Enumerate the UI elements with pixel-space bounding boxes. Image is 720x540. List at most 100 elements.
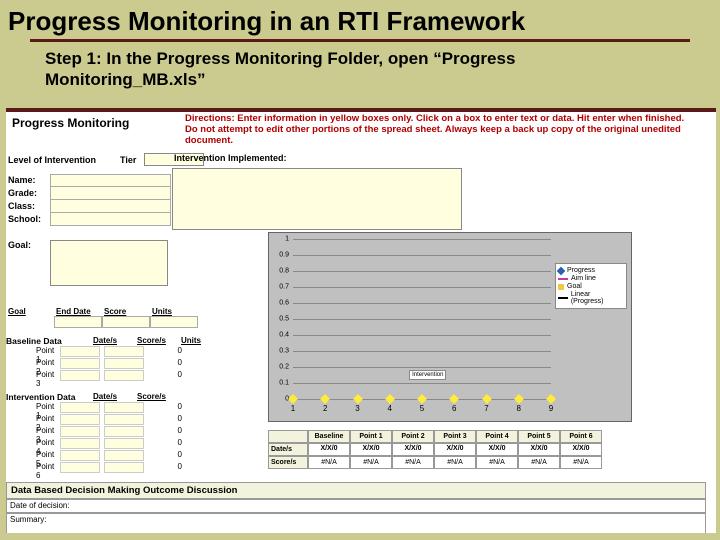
goal-col-score: Score [102, 307, 150, 316]
baseline-scores-h: Score/s [135, 336, 179, 346]
goal-input[interactable] [50, 240, 168, 286]
baseline-title: Baseline Data [6, 336, 91, 346]
intervention-label: Intervention Implemented: [172, 152, 289, 164]
baseline-row-label: Point 1 [6, 346, 58, 358]
interv-row-label: Point 5 [6, 450, 58, 462]
class-label: Class: [6, 200, 50, 213]
interv-val-6: 0 [146, 462, 186, 474]
interv-score-4[interactable] [104, 438, 144, 449]
interv-score-3[interactable] [104, 426, 144, 437]
pt-cell: #N/A [308, 456, 350, 469]
spreadsheet-screenshot: Progress Monitoring Directions: Enter in… [6, 108, 716, 533]
school-label: School: [6, 213, 50, 226]
baseline-date-3[interactable] [60, 370, 100, 381]
interv-val-2: 0 [146, 414, 186, 426]
interv-score-5[interactable] [104, 450, 144, 461]
baseline-date-2[interactable] [60, 358, 100, 369]
interv-val-3: 0 [146, 426, 186, 438]
directions-line-2: Do not attempt to edit other portions of… [185, 125, 712, 147]
discussion-section: Data Based Decision Making Outcome Discu… [6, 482, 706, 533]
baseline-dates-h: Date/s [91, 336, 135, 346]
pt-col: Baseline X/X/0 [308, 430, 350, 443]
school-input[interactable] [50, 213, 171, 226]
interv-date-5[interactable] [60, 450, 100, 461]
pt-cell: #N/A [476, 456, 518, 469]
goal-label: Goal: [8, 240, 31, 250]
baseline-val-3: 0 [146, 370, 186, 382]
interv-date-3[interactable] [60, 426, 100, 437]
decision-date-box[interactable]: Date of decision: [6, 499, 706, 513]
tier-label: Tier [118, 154, 144, 166]
interv-date-4[interactable] [60, 438, 100, 449]
baseline-row-label: Point 2 [6, 358, 58, 370]
pt-row-scores: Score/s [268, 456, 308, 469]
title-underline [30, 39, 690, 42]
level-label: Level of Intervention [6, 154, 118, 166]
pt-cell: #N/A [350, 456, 392, 469]
summary-box[interactable]: Summary: [6, 513, 706, 533]
pt-col: Point 2 X/X/0 [392, 430, 434, 443]
baseline-row-label: Point 3 [6, 370, 58, 382]
baseline-val-1: 0 [146, 346, 186, 358]
interv-title: Intervention Data [6, 392, 91, 402]
legend-aimline: Aim line [571, 275, 596, 282]
goal-col-goal: Goal [6, 307, 54, 316]
interv-val-4: 0 [146, 438, 186, 450]
discussion-title: Data Based Decision Making Outcome Discu… [6, 482, 706, 499]
interv-row-label: Point 3 [6, 426, 58, 438]
sheet-title: Progress Monitoring [6, 112, 181, 149]
baseline-date-1[interactable] [60, 346, 100, 357]
legend-progress: Progress [567, 267, 595, 274]
legend-goal: Goal [567, 283, 582, 290]
name-label: Name: [6, 174, 50, 187]
baseline-table: Baseline Data Date/s Score/s Units Point… [6, 336, 236, 382]
points-summary-table: Baseline X/X/0 Point 1 X/X/0 Point 2 X/X… [268, 430, 602, 469]
interv-date-6[interactable] [60, 462, 100, 473]
goal-col-enddate: End Date [54, 307, 102, 316]
interv-dates-h: Date/s [91, 392, 135, 402]
pt-col: Point 1 X/X/0 [350, 430, 392, 443]
interv-val-1: 0 [146, 402, 186, 414]
interv-date-1[interactable] [60, 402, 100, 413]
class-input[interactable] [50, 200, 171, 213]
pt-cell: #N/A [560, 456, 602, 469]
goal-score-input[interactable] [102, 316, 150, 328]
goal-enddate-input[interactable] [54, 316, 102, 328]
baseline-score-3[interactable] [104, 370, 144, 381]
progress-chart: 00.10.20.30.40.50.60.70.80.91123456789In… [268, 232, 632, 422]
interv-row-label: Point 6 [6, 462, 58, 474]
legend-linear: Linear (Progress) [571, 291, 624, 305]
pt-col: Point 5 X/X/0 [518, 430, 560, 443]
directions: Directions: Enter information in yellow … [181, 112, 716, 149]
intervention-input[interactable] [172, 168, 462, 230]
pt-col: Point 3 X/X/0 [434, 430, 476, 443]
interv-score-1[interactable] [104, 402, 144, 413]
interv-val-5: 0 [146, 450, 186, 462]
grade-label: Grade: [6, 187, 50, 200]
interv-score-6[interactable] [104, 462, 144, 473]
grade-input[interactable] [50, 187, 171, 200]
goal-units-input[interactable] [150, 316, 198, 328]
chart-legend: Progress Aim line Goal Linear (Progress) [555, 263, 627, 309]
baseline-score-2[interactable] [104, 358, 144, 369]
baseline-val-2: 0 [146, 358, 186, 370]
intervention-table: Intervention Data Date/s Score/s Point 1… [6, 392, 236, 474]
interv-row-label: Point 2 [6, 414, 58, 426]
step-text: Step 1: In the Progress Monitoring Folde… [0, 46, 720, 99]
goal-table: Goal End Date Score Units [6, 307, 226, 328]
interv-score-2[interactable] [104, 414, 144, 425]
goal-col-units: Units [150, 307, 198, 316]
info-block: Name: Grade: Class: School: [6, 174, 171, 226]
name-input[interactable] [50, 174, 171, 187]
pt-cell: #N/A [434, 456, 476, 469]
interv-date-2[interactable] [60, 414, 100, 425]
pt-cell: #N/A [392, 456, 434, 469]
interv-scores-h: Score/s [135, 392, 179, 402]
pt-col: Point 4 X/X/0 [476, 430, 518, 443]
pt-cell: #N/A [518, 456, 560, 469]
baseline-score-1[interactable] [104, 346, 144, 357]
pt-col: Point 6 X/X/0 [560, 430, 602, 443]
pt-row-dates: Date/s [268, 443, 308, 456]
slide-title: Progress Monitoring in an RTI Framework [0, 0, 720, 39]
baseline-units-h: Units [179, 336, 223, 346]
